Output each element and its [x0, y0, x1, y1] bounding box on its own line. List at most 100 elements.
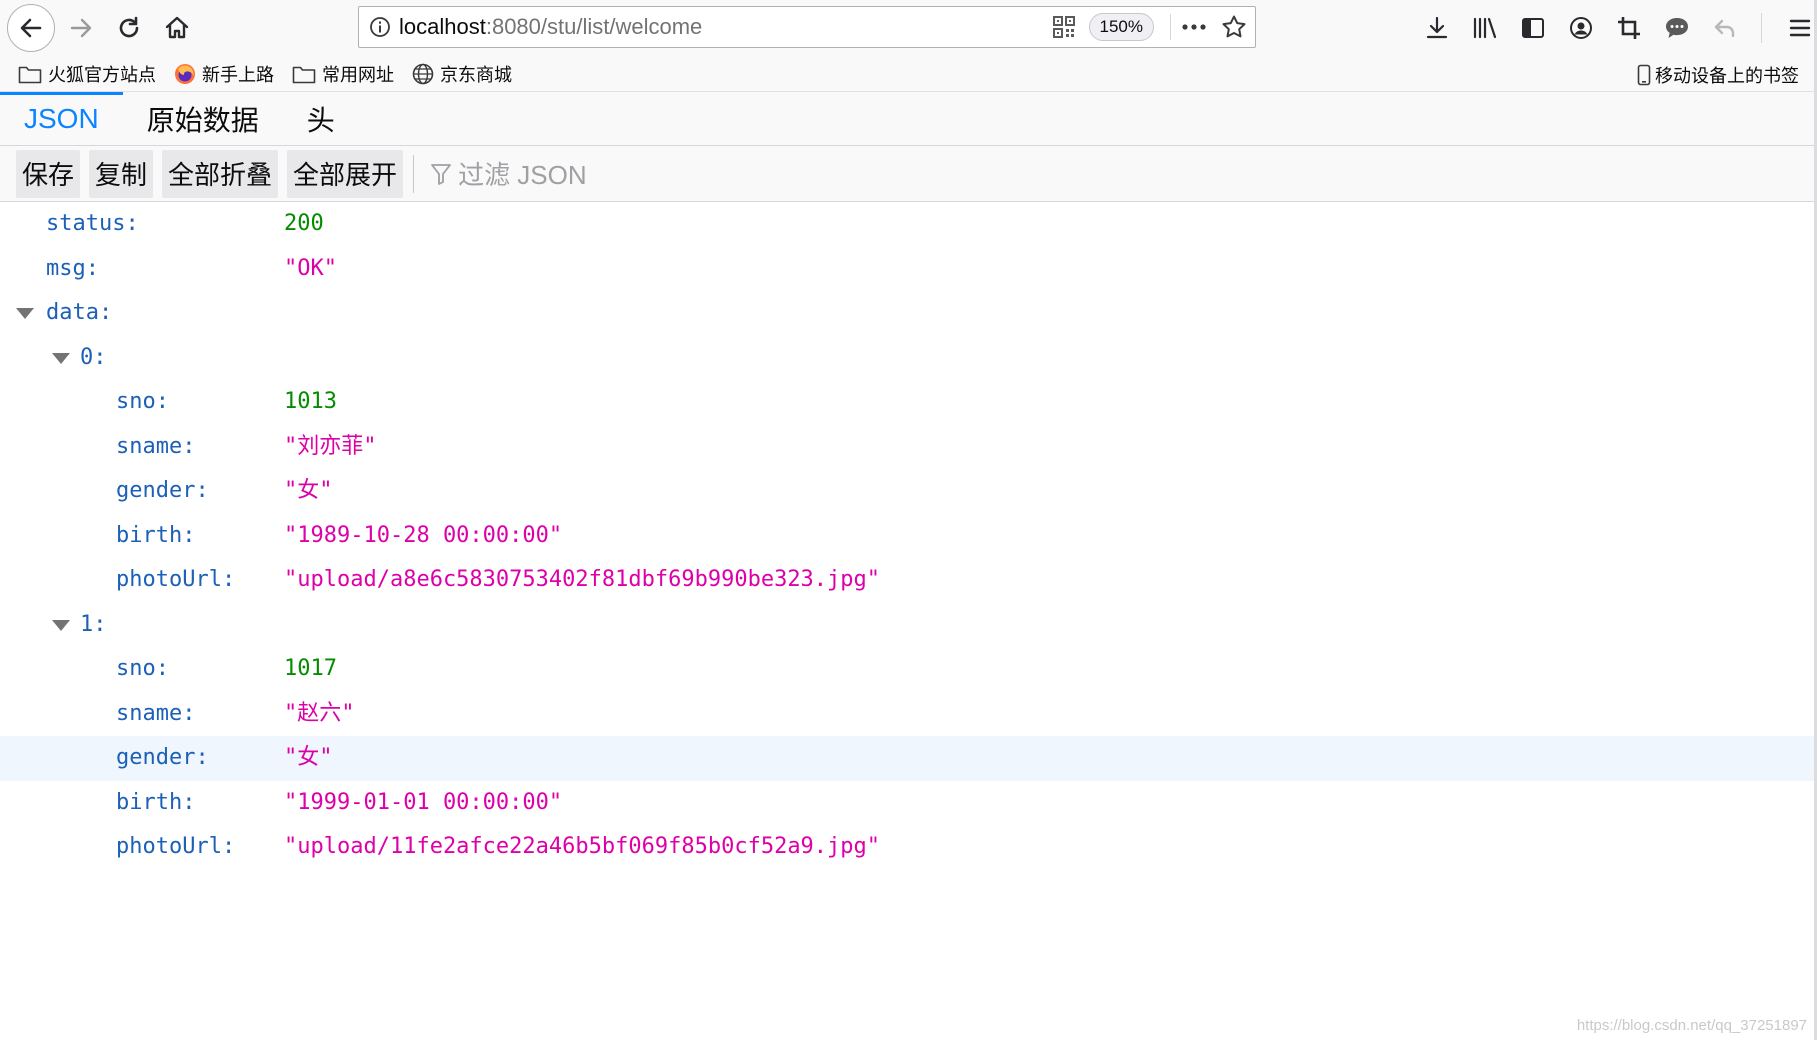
json-number-value: 1017: [284, 656, 337, 681]
mobile-bookmarks-folder[interactable]: 移动设备上的书签: [1637, 62, 1799, 88]
json-string-value: "赵六": [284, 700, 355, 726]
back-button[interactable]: [7, 4, 55, 52]
filter-json-input[interactable]: 过滤 JSON: [430, 150, 850, 198]
tree-row-hovered[interactable]: gender: "女": [0, 736, 1814, 781]
undo-button[interactable]: [1703, 6, 1747, 50]
expanded-twisty-icon[interactable]: [16, 308, 34, 319]
tree-row[interactable]: sno: 1013: [0, 380, 1814, 425]
save-button[interactable]: 保存: [16, 149, 81, 198]
crop-icon: [1618, 17, 1640, 39]
collapse-all-button[interactable]: 全部折叠: [162, 149, 279, 198]
undo-icon: [1714, 19, 1735, 38]
json-string-value: "upload/11fe2afce22a46b5bf069f85b0cf52a9…: [284, 834, 881, 859]
tree-row[interactable]: photoUrl: "upload/11fe2afce22a46b5bf069f…: [0, 825, 1814, 870]
expanded-twisty-icon[interactable]: [52, 619, 70, 631]
reload-icon: [119, 16, 139, 38]
screenshot-button[interactable]: [1607, 6, 1651, 50]
ellipsis-icon: [1182, 24, 1206, 30]
forward-button[interactable]: [59, 6, 103, 50]
chat-bubble-icon: [1666, 18, 1688, 38]
page-actions-button[interactable]: [1181, 23, 1207, 31]
json-key: status:: [46, 211, 139, 236]
json-key: data:: [46, 300, 113, 325]
tree-row[interactable]: sname: "赵六": [0, 692, 1814, 737]
bookmark-star-button[interactable]: [1221, 14, 1247, 40]
json-string-value: "upload/a8e6c5830753402f81dbf69b990be323…: [284, 567, 881, 592]
json-key: sno:: [116, 656, 169, 681]
json-string-value: "刘亦菲": [284, 433, 377, 459]
tree-row[interactable]: photoUrl: "upload/a8e6c5830753402f81dbf6…: [0, 558, 1814, 603]
bookmark-label: 常用网址: [322, 64, 394, 85]
sidebar-icon: [1522, 18, 1544, 38]
bookmark-label: 移动设备上的书签: [1655, 66, 1799, 86]
bookmark-label: 京东商城: [440, 64, 512, 85]
account-button[interactable]: [1559, 6, 1603, 50]
url-bar[interactable]: localhost:8080/stu/list/welcome 150%: [358, 6, 1256, 48]
tree-row-status[interactable]: status: 200: [0, 202, 1814, 247]
bookmark-item[interactable]: 新手上路: [174, 61, 274, 87]
json-string-value: "OK": [284, 255, 337, 281]
toolbar-separator: [413, 154, 415, 193]
tree-row[interactable]: birth: "1989-10-28 00:00:00": [0, 514, 1814, 559]
toolbar-separator: [1761, 13, 1762, 43]
folder-icon: [18, 66, 42, 83]
tab-raw-data[interactable]: 原始数据: [123, 92, 283, 145]
url-text[interactable]: localhost:8080/stu/list/welcome: [399, 14, 1053, 40]
tree-row[interactable]: gender: "女": [0, 469, 1814, 514]
url-bar-separator: [1170, 14, 1171, 40]
json-key: photoUrl:: [116, 567, 236, 592]
folder-icon: [292, 66, 316, 83]
expanded-twisty-icon[interactable]: [52, 352, 70, 364]
reload-button[interactable]: [107, 6, 151, 50]
tab-json[interactable]: JSON: [0, 92, 123, 145]
account-icon: [1570, 17, 1592, 39]
downloads-button[interactable]: [1415, 6, 1459, 50]
library-icon: [1473, 17, 1497, 39]
json-key: 0:: [80, 344, 107, 370]
zoom-level-badge[interactable]: 150%: [1088, 13, 1154, 41]
copy-button[interactable]: 复制: [89, 149, 154, 198]
json-actions-toolbar: 保存 复制 全部折叠 全部展开 过滤 JSON: [0, 146, 1817, 202]
json-tree: status: 200 msg: "OK" data: 0: sno: 1013…: [0, 202, 1814, 870]
json-key: gender:: [116, 745, 209, 770]
tree-row-data[interactable]: data:: [0, 291, 1814, 336]
json-key: birth:: [116, 522, 196, 548]
site-info-icon[interactable]: [369, 16, 391, 38]
tree-row[interactable]: sname: "刘亦菲": [0, 425, 1814, 470]
expand-all-button[interactable]: 全部展开: [287, 149, 404, 198]
bookmark-item[interactable]: 火狐官方站点: [18, 61, 156, 87]
star-icon: [1222, 15, 1246, 38]
json-number-value: 200: [284, 211, 324, 236]
app-menu-button[interactable]: [1778, 6, 1817, 50]
firefox-icon: [175, 63, 195, 84]
bookmarks-toolbar: 火狐官方站点 新手上路 常用网址 京东商城 移动设备上的书签: [0, 56, 1817, 92]
chat-button[interactable]: [1655, 6, 1699, 50]
tab-headers[interactable]: 头: [283, 92, 359, 145]
watermark: https://blog.csdn.net/qq_37251897: [1576, 1017, 1807, 1034]
sidebar-button[interactable]: [1511, 6, 1555, 50]
json-string-value: "1989-10-28 00:00:00": [284, 522, 563, 548]
mobile-icon: [1637, 64, 1651, 86]
tree-row[interactable]: birth: "1999-01-01 00:00:00": [0, 781, 1814, 826]
home-button[interactable]: [155, 6, 199, 50]
arrow-right-icon: [70, 18, 92, 38]
bookmark-item[interactable]: 常用网址: [292, 61, 394, 87]
hamburger-menu-icon: [1789, 19, 1811, 37]
qr-code-icon[interactable]: [1052, 16, 1075, 38]
bookmark-item[interactable]: 京东商城: [412, 61, 512, 87]
arrow-left-icon: [20, 18, 42, 38]
json-key: sname:: [116, 700, 196, 726]
bookmark-label: 火狐官方站点: [48, 64, 156, 85]
tree-row-msg[interactable]: msg: "OK": [0, 247, 1814, 292]
json-key: gender:: [116, 478, 209, 503]
json-key: msg:: [46, 255, 99, 281]
tree-row-item-1[interactable]: 1:: [0, 603, 1814, 648]
navigation-toolbar: localhost:8080/stu/list/welcome 150%: [0, 0, 1817, 56]
tree-row-item-0[interactable]: 0:: [0, 336, 1814, 381]
json-number-value: 1013: [284, 389, 337, 414]
library-button[interactable]: [1463, 6, 1507, 50]
json-key: sno:: [116, 389, 169, 414]
tree-row[interactable]: sno: 1017: [0, 647, 1814, 692]
url-host: localhost: [399, 14, 486, 39]
json-string-value: "女": [284, 745, 333, 770]
